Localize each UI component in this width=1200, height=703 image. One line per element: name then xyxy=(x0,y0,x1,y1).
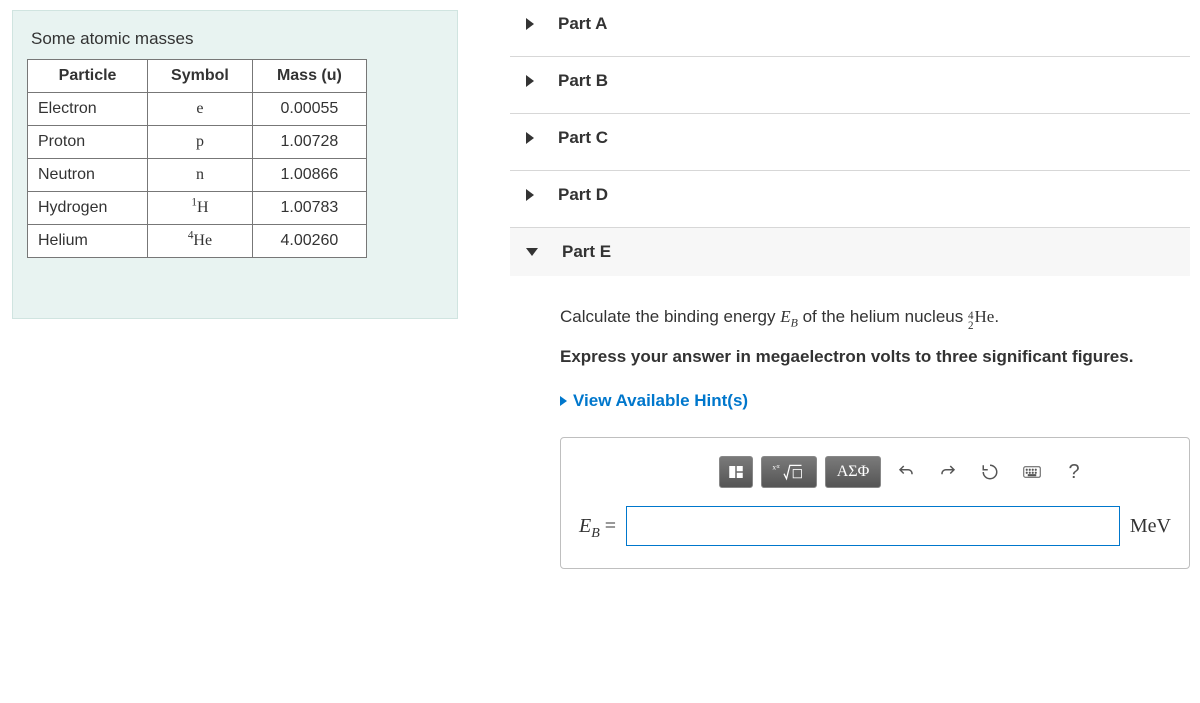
table-row: Electron e 0.00055 xyxy=(28,93,367,126)
view-hints-link[interactable]: View Available Hint(s) xyxy=(560,388,748,414)
answer-input[interactable] xyxy=(626,506,1120,546)
reset-button[interactable] xyxy=(973,456,1007,488)
part-label: Part A xyxy=(558,14,607,34)
part-label: Part B xyxy=(558,71,608,91)
undo-button[interactable] xyxy=(889,456,923,488)
question-prompt: Calculate the binding energy EB of the h… xyxy=(560,304,1190,332)
undo-icon xyxy=(897,463,915,481)
equation-toolbar: x α ΑΣΦ xyxy=(579,456,1171,488)
part-e-body: Calculate the binding energy EB of the h… xyxy=(510,276,1190,569)
chevron-right-icon xyxy=(526,189,534,201)
answer-box: x α ΑΣΦ xyxy=(560,437,1190,569)
math-root-button[interactable]: x α xyxy=(761,456,817,488)
table-row: Hydrogen 1H 1.00783 xyxy=(28,192,367,225)
chevron-right-icon xyxy=(526,132,534,144)
keyboard-button[interactable] xyxy=(1015,456,1049,488)
keyboard-icon xyxy=(1023,463,1041,481)
part-b-header[interactable]: Part B xyxy=(510,57,1190,114)
part-label: Part C xyxy=(558,128,608,148)
part-a-header[interactable]: Part A xyxy=(510,0,1190,57)
part-d-header[interactable]: Part D xyxy=(510,171,1190,228)
answer-unit: MeV xyxy=(1130,511,1171,541)
answer-format-instruction: Express your answer in megaelectron volt… xyxy=(560,344,1190,370)
col-particle: Particle xyxy=(28,60,148,93)
part-label: Part D xyxy=(558,185,608,205)
templates-button[interactable] xyxy=(719,456,753,488)
col-mass: Mass (u) xyxy=(252,60,366,93)
panel-title: Some atomic masses xyxy=(31,29,443,49)
greek-letters-button[interactable]: ΑΣΦ xyxy=(825,456,881,488)
svg-text:α: α xyxy=(777,464,780,470)
col-symbol: Symbol xyxy=(148,60,253,93)
reset-icon xyxy=(981,463,999,481)
mass-table: Particle Symbol Mass (u) Electron e 0.00… xyxy=(27,59,367,258)
part-label: Part E xyxy=(562,242,611,262)
chevron-right-icon xyxy=(526,18,534,30)
help-button[interactable]: ? xyxy=(1057,456,1091,488)
templates-icon xyxy=(727,463,745,481)
redo-button[interactable] xyxy=(931,456,965,488)
math-root-icon: x α xyxy=(770,462,808,482)
table-row: Proton p 1.00728 xyxy=(28,126,367,159)
atomic-masses-panel: Some atomic masses Particle Symbol Mass … xyxy=(12,10,458,319)
part-e-header[interactable]: Part E xyxy=(510,228,1190,276)
redo-icon xyxy=(939,463,957,481)
part-c-header[interactable]: Part C xyxy=(510,114,1190,171)
table-row: Helium 4He 4.00260 xyxy=(28,225,367,258)
table-row: Neutron n 1.00866 xyxy=(28,159,367,192)
equation-lhs: EB = xyxy=(579,511,616,541)
chevron-down-icon xyxy=(526,248,538,256)
chevron-right-icon xyxy=(560,396,567,406)
chevron-right-icon xyxy=(526,75,534,87)
